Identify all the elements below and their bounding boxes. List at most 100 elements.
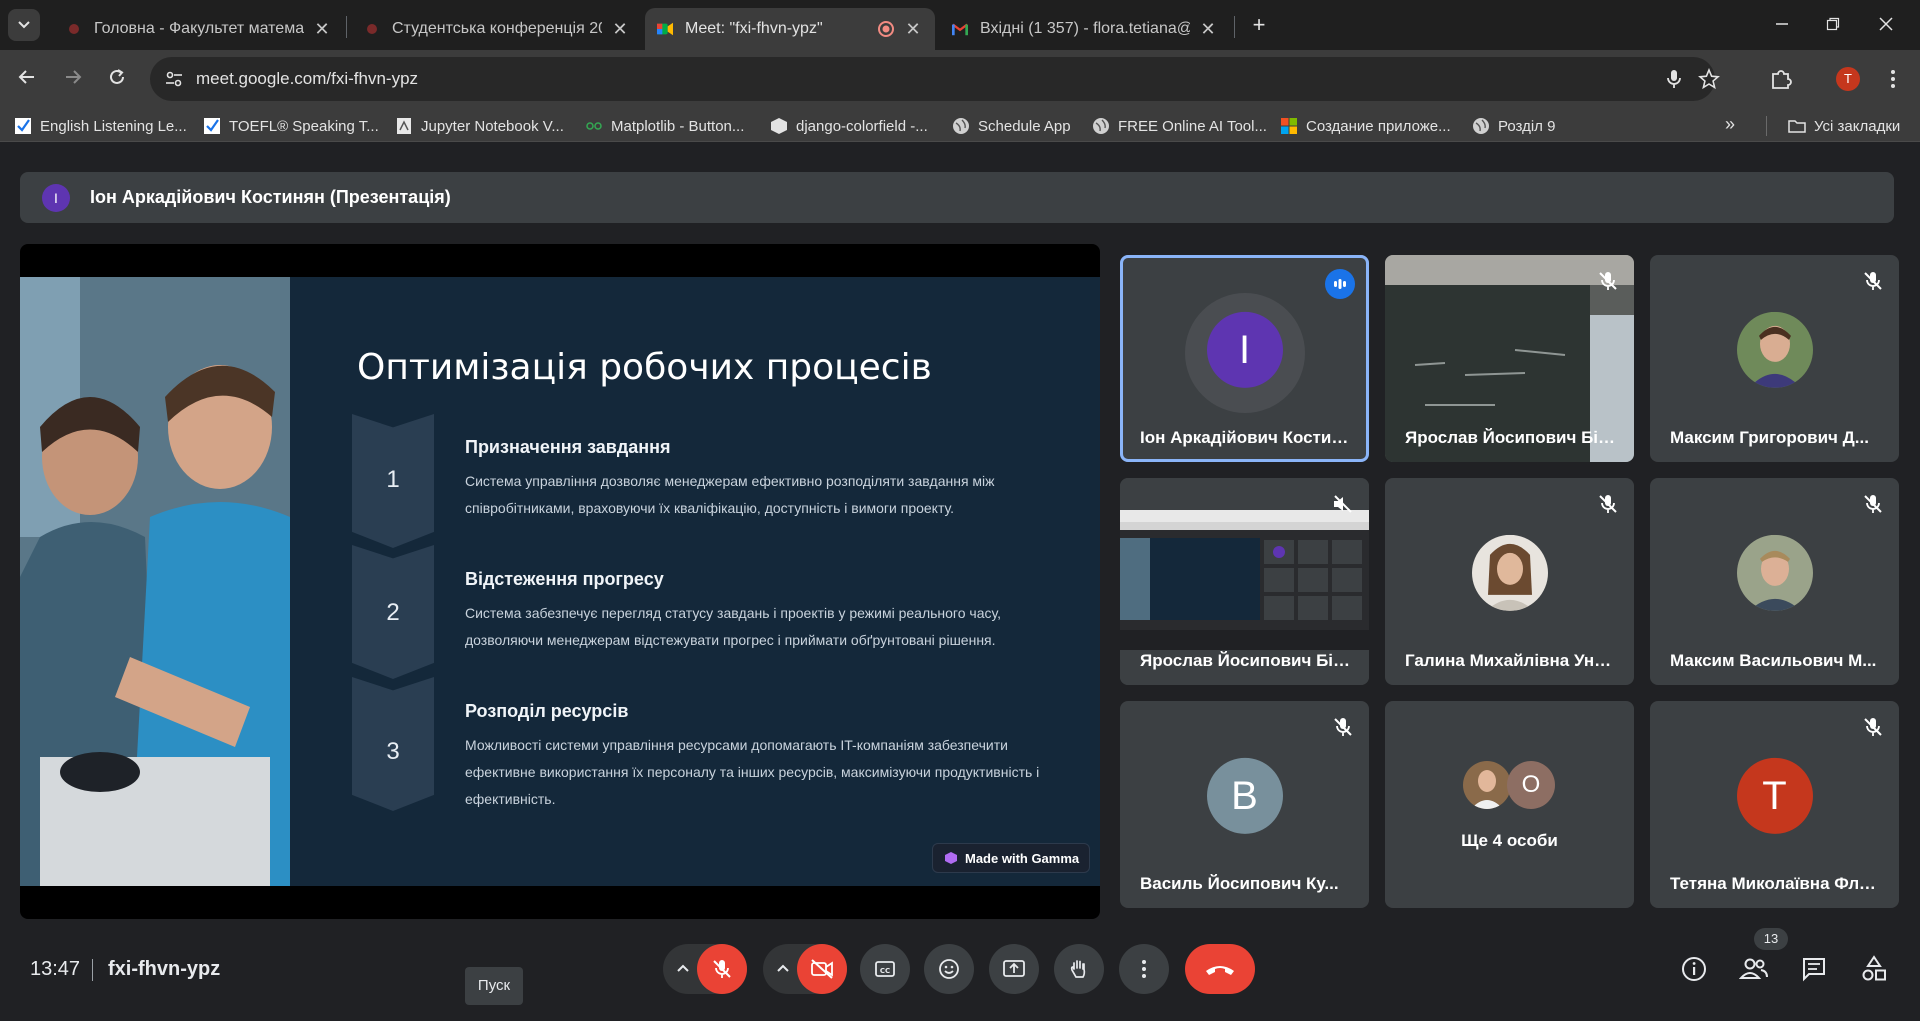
mic-off-icon (1861, 492, 1885, 516)
bookmark-label: django-colorfield -... (796, 117, 928, 135)
bookmark-label: TOEFL® Speaking T... (229, 117, 379, 135)
tab-conference[interactable]: Студентська конференція 2024 ✕ (352, 8, 642, 50)
step-description: Система управління дозволяє менеджерам е… (465, 473, 995, 516)
matplotlib-favicon-icon (586, 122, 602, 130)
address-bar[interactable]: meet.google.com/fxi-fhvn-ypz (150, 57, 1720, 101)
bookmark-item[interactable]: Создание приложе... (1280, 115, 1451, 137)
bookmark-label: Розділ 9 (1498, 117, 1556, 135)
activities-button[interactable] (1856, 951, 1892, 987)
step-heading: Відстеження прогресу (465, 569, 664, 589)
chat-button[interactable] (1796, 951, 1832, 987)
meeting-details-button[interactable] (1676, 951, 1712, 987)
svg-text:CC: CC (880, 967, 890, 975)
participant-tile[interactable]: Ярослав Йосипович Білик (1120, 478, 1369, 685)
tab-search-button[interactable] (8, 9, 40, 41)
bookmark-item[interactable]: Schedule App (952, 115, 1071, 137)
participant-name: Максим Григорович Д... (1670, 428, 1869, 447)
made-with-gamma-badge[interactable]: Made with Gamma (932, 843, 1090, 873)
restore-button[interactable] (1813, 10, 1853, 40)
forward-button[interactable] (56, 62, 90, 96)
close-tab-icon[interactable]: ✕ (312, 19, 332, 40)
audio-options-button[interactable] (673, 958, 693, 978)
more-options-button[interactable] (1119, 944, 1169, 994)
hand-icon (1070, 960, 1086, 978)
bookmark-label: English Listening Le... (40, 117, 187, 135)
participant-tile[interactable]: Максим Григорович Д... (1650, 255, 1899, 462)
participant-tile[interactable]: Ярослав Йосипович Білик (1385, 255, 1634, 462)
participant-photo (1471, 534, 1548, 611)
more-vertical-icon[interactable] (1880, 66, 1906, 92)
bookmark-item[interactable]: django-colorfield -... (770, 115, 928, 137)
raise-hand-button[interactable] (1054, 944, 1104, 994)
participant-avatar: B (1206, 757, 1283, 834)
bookmark-item[interactable]: Jupyter Notebook V... (395, 115, 564, 137)
participant-name: Ярослав Йосипович Білик (1140, 651, 1353, 670)
new-tab-button[interactable]: + (1245, 12, 1273, 40)
bookmark-item[interactable]: Розділ 9 (1472, 115, 1555, 137)
participant-tile[interactable]: I Іон Аркадійович Костинян (1120, 255, 1369, 462)
tab-title: Студентська конференція 2024 (392, 20, 602, 37)
participant-avatar: I (1206, 311, 1283, 388)
tooltip: Пуск (465, 967, 523, 1005)
participant-tile[interactable]: T Тетяна Миколаївна Флора (1650, 701, 1899, 908)
tab-divider (346, 16, 347, 38)
tab-title: Вхідні (1 357) - flora.tetiana@cl (980, 20, 1190, 37)
restore-icon (1826, 17, 1840, 31)
call-end-icon (1206, 966, 1234, 975)
participant-name: Іон Аркадійович Костинян (1140, 428, 1353, 447)
bookmark-item[interactable]: FREE Online AI Tool... (1092, 115, 1267, 137)
chat-icon (1803, 958, 1825, 982)
site-favicon-icon (66, 21, 82, 37)
bookmark-item[interactable]: English Listening Le... (14, 115, 187, 137)
tab-faculty[interactable]: Головна - Факультет математи ✕ (54, 8, 344, 50)
bookmark-label: Создание приложе... (1306, 117, 1451, 135)
browser-toolbar: meet.google.com/fxi-fhvn-ypz (0, 50, 1920, 108)
extensions-puzzle-icon[interactable] (1768, 66, 1794, 92)
close-tab-icon[interactable]: ✕ (903, 19, 923, 40)
minimize-button[interactable] (1762, 10, 1802, 40)
close-tab-icon[interactable]: ✕ (610, 19, 630, 40)
present-now-button[interactable] (989, 944, 1039, 994)
step-number: 3 (386, 738, 400, 765)
profile-avatar[interactable]: T (1836, 67, 1860, 91)
slide-title: Оптимізація робочих процесів (357, 347, 932, 388)
bookmark-item[interactable]: Matplotlib - Button... (585, 115, 744, 137)
gamma-badge-label: Made with Gamma (965, 850, 1080, 866)
tab-gmail[interactable]: Вхідні (1 357) - flora.tetiana@cl ✕ (940, 8, 1230, 50)
meeting-time: 13:47 (30, 958, 81, 980)
all-bookmarks-button[interactable]: Усі закладки (1788, 115, 1900, 137)
close-window-button[interactable] (1866, 10, 1906, 40)
gamma-logo-icon (945, 852, 957, 864)
participant-tile[interactable]: Галина Михайлівна Унгурян (1385, 478, 1634, 685)
captions-button[interactable]: CC (860, 944, 910, 994)
more-participants-tile[interactable]: O Ще 4 особи (1385, 701, 1634, 908)
microphone-toggle-button[interactable] (697, 944, 747, 994)
bookmark-star-icon[interactable] (1698, 67, 1720, 90)
bookmark-item[interactable]: TOEFL® Speaking T... (203, 115, 379, 137)
mic-off-icon (1861, 269, 1885, 293)
activities-shapes-icon (1862, 955, 1886, 981)
site-info-icon[interactable] (164, 69, 184, 89)
participant-tile[interactable]: Максим Васильович М... (1650, 478, 1899, 685)
slide-photo (20, 277, 290, 886)
microsoft-favicon-icon (1281, 118, 1297, 134)
leave-call-button[interactable] (1185, 944, 1255, 994)
tab-meet[interactable]: Meet: "fxi-fhvn-ypz" ✕ (645, 8, 935, 50)
present-screen-icon (1003, 960, 1025, 977)
more-bookmarks-icon[interactable]: » (1725, 114, 1735, 135)
participant-name: Василь Йосипович Ку... (1140, 874, 1339, 893)
microphone-icon[interactable] (1663, 68, 1685, 90)
people-button[interactable] (1736, 951, 1772, 987)
reactions-button[interactable] (924, 944, 974, 994)
reload-button[interactable] (100, 62, 134, 96)
arrow-left-icon (18, 70, 34, 84)
back-button[interactable] (10, 62, 44, 96)
participant-name: Максим Васильович М... (1670, 651, 1877, 670)
camera-toggle-button[interactable] (797, 944, 847, 994)
step-number: 2 (386, 599, 400, 626)
participant-tile[interactable]: B Василь Йосипович Ку... (1120, 701, 1369, 908)
close-tab-icon[interactable]: ✕ (1198, 19, 1218, 40)
video-options-button[interactable] (773, 958, 793, 978)
presentation-stage[interactable]: Оптимізація робочих процесів 1 Призначен… (20, 244, 1100, 919)
presenter-avatar: I (42, 184, 70, 212)
